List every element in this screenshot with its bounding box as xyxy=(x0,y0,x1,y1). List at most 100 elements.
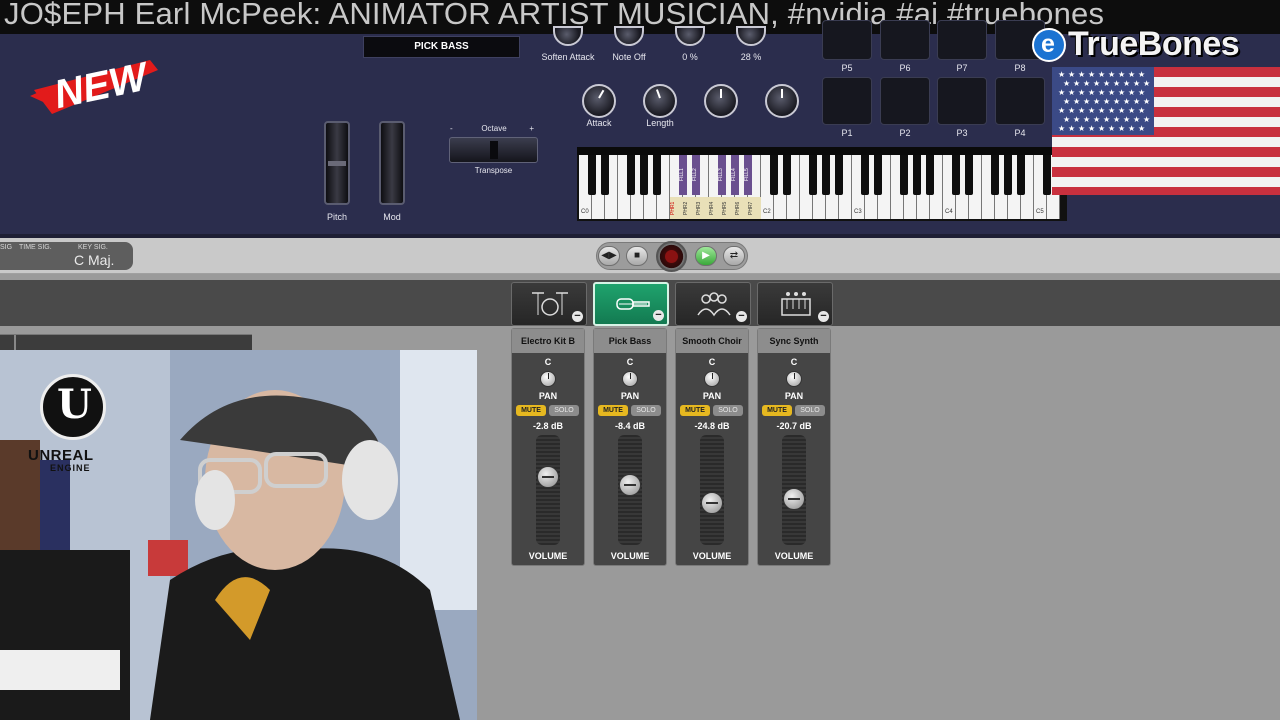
fill-key-label[interactable]: FILL3 xyxy=(718,155,726,195)
truebones-logo-icon: e xyxy=(1032,28,1066,62)
drum-pad[interactable] xyxy=(937,77,987,125)
star-icon: ★ xyxy=(1058,70,1066,79)
mod-wheel[interactable] xyxy=(379,121,405,205)
stop-button[interactable]: ■ xyxy=(626,246,648,266)
star-icon: ★ xyxy=(1128,88,1136,97)
piano-black-key[interactable] xyxy=(965,155,973,195)
mid-knob-3[interactable] xyxy=(704,84,738,118)
star-icon: ★ xyxy=(1123,97,1131,106)
fill-key-label[interactable]: FILL1 xyxy=(679,155,687,195)
pan-knob[interactable] xyxy=(540,371,556,387)
stop-icon: ■ xyxy=(633,250,641,261)
mute-button[interactable]: MUTE xyxy=(680,405,710,416)
mid-knob-4[interactable] xyxy=(765,84,799,118)
piano-black-key[interactable] xyxy=(653,155,661,195)
instrument-tab-smooth-choir[interactable]: − xyxy=(675,282,751,326)
volume-fader-handle[interactable] xyxy=(619,473,641,496)
remove-icon[interactable]: − xyxy=(653,310,664,321)
remove-icon[interactable]: − xyxy=(736,311,747,322)
piano-black-key[interactable] xyxy=(926,155,934,195)
drum-pad[interactable] xyxy=(937,20,987,60)
piano-black-key[interactable] xyxy=(913,155,921,195)
mute-button[interactable]: MUTE xyxy=(762,405,792,416)
play-button[interactable]: ▶ xyxy=(695,246,717,266)
piano-black-key[interactable] xyxy=(952,155,960,195)
playhead[interactable] xyxy=(14,335,16,351)
patch-name-display[interactable]: PICK BASS xyxy=(363,36,520,58)
lcd-display[interactable]: SIG TIME SIG. KEY SIG. C Maj. xyxy=(0,242,133,270)
remove-icon[interactable]: − xyxy=(572,311,583,322)
instrument-tab-sync-synth[interactable]: − xyxy=(757,282,833,326)
star-icon: ★ xyxy=(1108,124,1116,133)
star-icon: ★ xyxy=(1118,70,1126,79)
drum-pad[interactable] xyxy=(822,20,872,60)
solo-button[interactable]: SOLO xyxy=(795,405,825,416)
flag-stripe xyxy=(1052,167,1280,177)
fill-key-label[interactable]: FILL5 xyxy=(744,155,752,195)
volume-fader-handle[interactable] xyxy=(537,465,559,488)
drum-pad[interactable] xyxy=(880,20,930,60)
star-icon: ★ xyxy=(1068,124,1076,133)
piano-black-key[interactable] xyxy=(588,155,596,195)
piano-black-key[interactable] xyxy=(822,155,830,195)
mute-button[interactable]: MUTE xyxy=(516,405,546,416)
loop-button[interactable]: ⇄ xyxy=(723,246,745,266)
pan-knob[interactable] xyxy=(786,371,802,387)
remove-icon[interactable]: − xyxy=(818,311,829,322)
pad-label: P2 xyxy=(899,128,911,138)
piano-black-key[interactable] xyxy=(874,155,882,195)
star-icon: ★ xyxy=(1123,79,1131,88)
mute-button[interactable]: MUTE xyxy=(598,405,628,416)
star-icon: ★ xyxy=(1093,115,1101,124)
star-icon: ★ xyxy=(1098,124,1106,133)
piano-black-key[interactable] xyxy=(640,155,648,195)
phrase-key-label[interactable]: PHR3 xyxy=(696,197,709,219)
fill-key-label[interactable]: FILL2 xyxy=(692,155,700,195)
piano-black-key[interactable] xyxy=(900,155,908,195)
phrase-key-label[interactable]: PHR1 xyxy=(670,197,683,219)
phrase-key-label[interactable]: PHR6 xyxy=(735,197,748,219)
piano-black-key[interactable] xyxy=(1004,155,1012,195)
piano-black-key[interactable] xyxy=(991,155,999,195)
track-region[interactable] xyxy=(0,334,252,351)
octave-switch[interactable] xyxy=(449,137,538,163)
soften-attack-label: Soften Attack xyxy=(541,52,595,62)
record-button[interactable] xyxy=(656,241,687,272)
length-knob[interactable] xyxy=(643,84,677,118)
volume-fader-track[interactable] xyxy=(536,435,560,545)
drum-pad[interactable] xyxy=(822,77,872,125)
piano-black-key[interactable] xyxy=(1043,155,1051,195)
pitch-wheel[interactable] xyxy=(324,121,350,205)
phrase-key-label[interactable]: PHR5 xyxy=(722,197,735,219)
solo-button[interactable]: SOLO xyxy=(549,405,579,416)
rewind-button[interactable]: ◀▶ xyxy=(598,246,620,266)
pan-knob[interactable] xyxy=(622,371,638,387)
drum-pad[interactable] xyxy=(880,77,930,125)
bass-guitar-icon xyxy=(616,298,650,310)
piano-black-key[interactable] xyxy=(809,155,817,195)
piano-black-key[interactable] xyxy=(835,155,843,195)
solo-button[interactable]: SOLO xyxy=(631,405,661,416)
instrument-tab-electro-kit[interactable]: − xyxy=(511,282,587,326)
star-icon: ★ xyxy=(1088,88,1096,97)
piano-black-key[interactable] xyxy=(861,155,869,195)
solo-button[interactable]: SOLO xyxy=(713,405,743,416)
volume-fader-handle[interactable] xyxy=(783,487,805,510)
piano-keyboard[interactable]: C0C1C2C3C4C5FILL1FILL2FILL3FILL4FILL5PHR… xyxy=(577,147,1067,221)
piano-black-key[interactable] xyxy=(601,155,609,195)
instrument-tab-pick-bass[interactable]: − xyxy=(593,282,669,326)
channel-name: Sync Synth xyxy=(758,329,830,353)
piano-black-key[interactable] xyxy=(627,155,635,195)
fill-key-label[interactable]: FILL4 xyxy=(731,155,739,195)
piano-black-key[interactable] xyxy=(770,155,778,195)
drum-pad[interactable] xyxy=(995,77,1045,125)
param3-value: 0 % xyxy=(682,52,698,62)
phrase-key-label[interactable]: PHR2 xyxy=(683,197,696,219)
pan-knob[interactable] xyxy=(704,371,720,387)
piano-black-key[interactable] xyxy=(1017,155,1025,195)
phrase-key-label[interactable]: PHR4 xyxy=(709,197,722,219)
piano-black-key[interactable] xyxy=(783,155,791,195)
attack-knob[interactable] xyxy=(582,84,616,118)
phrase-key-label[interactable]: PHR7 xyxy=(748,197,761,219)
volume-fader-track[interactable] xyxy=(700,435,724,545)
